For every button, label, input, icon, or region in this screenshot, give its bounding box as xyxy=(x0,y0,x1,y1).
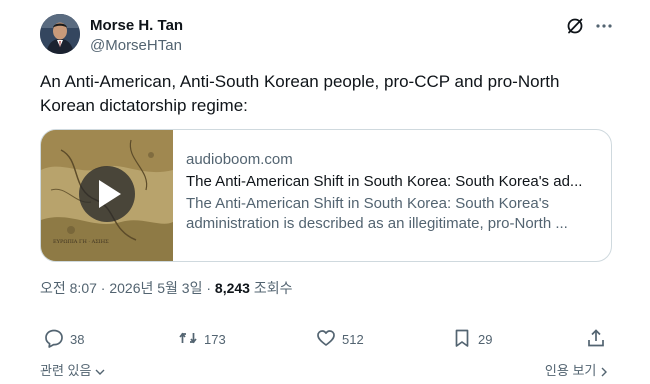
view-count[interactable]: 8,243 xyxy=(215,280,250,296)
view-quotes-button[interactable]: 인용 보기 xyxy=(545,360,608,379)
link-card[interactable]: ΕΥΡΩΠΙΑ ΓΗ · ΑΣΙΗΣ audioboom.com The Ant… xyxy=(40,129,612,262)
chevron-down-icon xyxy=(95,363,105,378)
heart-icon xyxy=(316,328,336,351)
chevron-right-icon xyxy=(600,363,608,378)
card-body[interactable]: audioboom.com The Anti-American Shift in… xyxy=(186,150,601,234)
tweet: Morse H. Tan @MorseHTan An Anti-American… xyxy=(0,0,650,384)
card-title: The Anti-American Shift in South Korea: … xyxy=(186,173,583,190)
avatar[interactable] xyxy=(40,14,80,54)
reply-count: 38 xyxy=(70,331,85,347)
reply-button[interactable]: 38 xyxy=(44,327,84,351)
bookmark-icon xyxy=(452,328,472,351)
tweet-text: An Anti-American, Anti-South Korean peop… xyxy=(40,72,560,115)
like-button[interactable]: 512 xyxy=(316,327,364,351)
author-handle[interactable]: @MorseHTan xyxy=(90,37,182,54)
share-button[interactable] xyxy=(586,327,606,351)
card-description: The Anti-American Shift in South Korea: … xyxy=(186,195,568,232)
related-label: 관련 있음 xyxy=(40,363,92,378)
like-count: 512 xyxy=(342,331,364,347)
repost-button[interactable]: 173 xyxy=(178,327,226,351)
share-icon xyxy=(586,328,606,351)
action-bar: 38 173 512 29 xyxy=(40,327,610,351)
repost-count: 173 xyxy=(204,331,226,347)
more-icon[interactable] xyxy=(594,16,614,36)
bookmark-button[interactable]: 29 xyxy=(452,327,492,351)
related-button[interactable]: 관련 있음 xyxy=(40,360,105,379)
author-name[interactable]: Morse H. Tan xyxy=(90,17,183,34)
card-thumbnail[interactable]: ΕΥΡΩΠΙΑ ΓΗ · ΑΣΙΗΣ xyxy=(41,130,173,261)
view-label: 조회수 xyxy=(249,280,293,296)
repost-icon xyxy=(178,328,198,351)
svg-text:ΕΥΡΩΠΙΑ ΓΗ · ΑΣΙΗΣ: ΕΥΡΩΠΙΑ ΓΗ · ΑΣΙΗΣ xyxy=(53,239,109,245)
grok-icon[interactable] xyxy=(565,16,585,36)
timestamp[interactable]: 오전 8:07 · 2026년 5월 3일 · xyxy=(40,280,215,296)
card-domain: audioboom.com xyxy=(186,151,293,168)
bookmark-count: 29 xyxy=(478,331,493,347)
tweet-meta: 오전 8:07 · 2026년 5월 3일 · 8,243 조회수 xyxy=(40,278,293,298)
reply-icon xyxy=(44,328,64,351)
tweet-header: Morse H. Tan @MorseHTan xyxy=(40,14,620,58)
view-quotes-label: 인용 보기 xyxy=(544,363,597,378)
